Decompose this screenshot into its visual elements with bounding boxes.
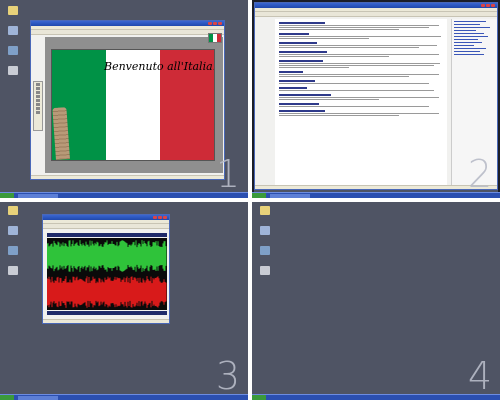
desktop-number: 4 (467, 354, 492, 398)
taskbar-task[interactable] (270, 194, 310, 198)
my-computer-icon[interactable] (255, 226, 275, 235)
audio-editor-window[interactable] (42, 214, 170, 324)
waveform-graph (47, 240, 167, 308)
my-documents-icon[interactable] (3, 6, 23, 15)
desktop-number: 1 (215, 152, 240, 196)
toolbar[interactable] (31, 30, 224, 35)
italian-flag-thumbnail (208, 33, 222, 43)
waveform-display[interactable] (47, 238, 167, 310)
virtual-desktop-3[interactable]: 3 (0, 202, 248, 400)
article-section (279, 42, 443, 48)
slide-canvas[interactable]: Benvenuto all'Italia... (45, 37, 223, 173)
article-section (279, 60, 443, 68)
article-section (279, 103, 443, 107)
status-bar (43, 319, 169, 323)
start-button[interactable] (0, 193, 14, 198)
article-section (279, 33, 443, 39)
network-icon[interactable] (3, 246, 23, 255)
slide-title: Benvenuto all'Italia... (104, 60, 215, 73)
taskbar-task[interactable] (18, 194, 58, 198)
taskbar-task[interactable] (18, 396, 58, 400)
timeline-ruler[interactable] (47, 233, 167, 237)
article-section (279, 22, 443, 30)
start-button[interactable] (0, 395, 14, 400)
network-icon[interactable] (3, 46, 23, 55)
taskbar[interactable] (252, 192, 500, 198)
my-computer-icon[interactable] (3, 26, 23, 35)
article-section (279, 94, 443, 100)
article-section (279, 87, 443, 91)
article-section (279, 80, 443, 84)
recycle-bin-icon[interactable] (3, 266, 23, 275)
start-button[interactable] (252, 193, 266, 198)
my-documents-icon[interactable] (3, 206, 23, 215)
toolbar[interactable] (43, 224, 169, 229)
article-section (279, 110, 443, 116)
document-body[interactable] (275, 19, 447, 185)
virtual-desktop-4[interactable]: 4 (252, 202, 500, 400)
taskbar[interactable] (252, 394, 500, 400)
desktop-number: 3 (215, 354, 240, 398)
desktop-number: 2 (467, 152, 492, 196)
article-section (279, 71, 443, 77)
presentation-window[interactable]: Benvenuto all'Italia... (30, 20, 225, 180)
taskbar[interactable] (0, 192, 248, 198)
slide[interactable]: Benvenuto all'Italia... (51, 49, 215, 161)
virtual-desktop-1[interactable]: Benvenuto all'Italia... 1 (0, 0, 248, 198)
start-button[interactable] (252, 395, 266, 400)
status-bar (31, 175, 224, 179)
my-computer-icon[interactable] (3, 226, 23, 235)
browser-window[interactable] (254, 2, 498, 190)
my-documents-icon[interactable] (255, 206, 275, 215)
network-icon[interactable] (255, 246, 275, 255)
transport-bar[interactable] (47, 311, 167, 315)
drawing-tool-palette[interactable] (33, 81, 43, 131)
recycle-bin-icon[interactable] (3, 66, 23, 75)
address-toolbar[interactable] (255, 12, 497, 17)
status-bar (255, 185, 497, 189)
virtual-desktop-2[interactable]: 2 (252, 0, 500, 198)
recycle-bin-icon[interactable] (255, 266, 275, 275)
article-section (279, 51, 443, 57)
taskbar[interactable] (0, 394, 248, 400)
